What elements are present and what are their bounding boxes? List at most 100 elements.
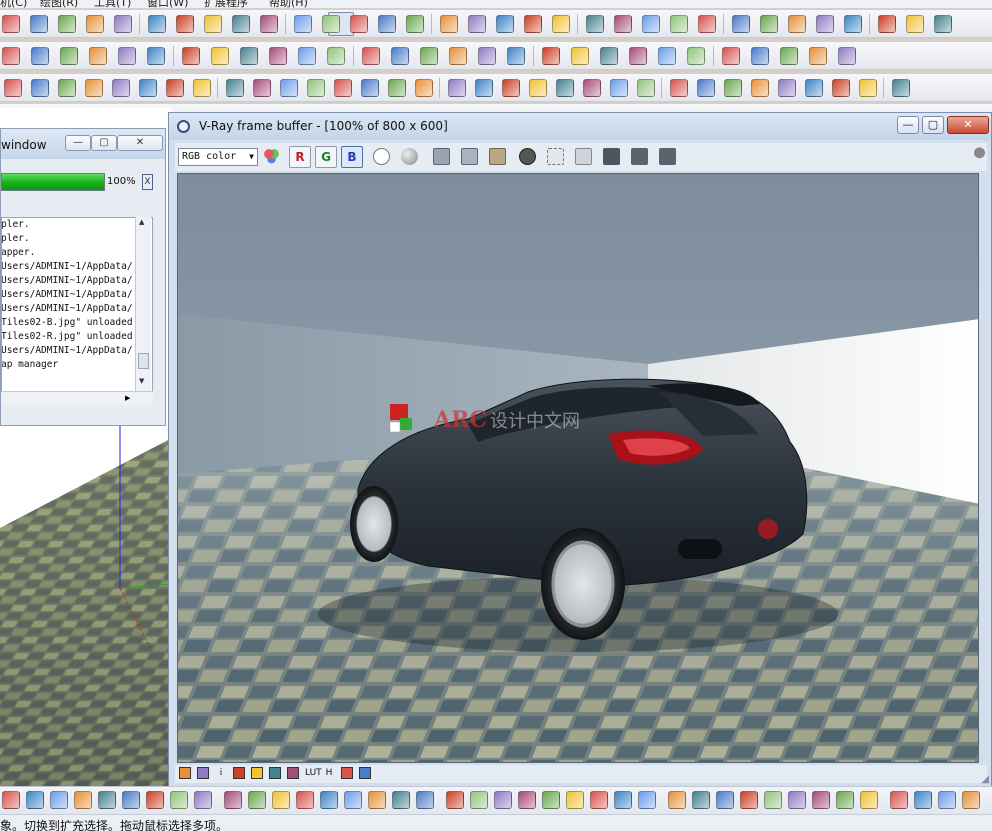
bottom-tool-icon[interactable] [194,791,212,809]
paint-bucket-icon[interactable] [670,15,688,33]
wire-box-icon[interactable] [583,79,601,97]
blue-channel-button[interactable]: B [341,146,363,168]
bottom-tool-icon[interactable] [494,791,512,809]
box-outline-icon[interactable] [805,79,823,97]
bottom-tool-icon[interactable] [566,791,584,809]
plant-icon[interactable] [269,47,287,65]
arrows-icon[interactable] [658,47,676,65]
resize-grip-icon[interactable]: ◢ [981,774,989,785]
bottom-tool-icon[interactable] [446,791,464,809]
scroll-down-icon[interactable]: ▼ [139,377,144,385]
image-icon[interactable] [361,79,379,97]
channel-select[interactable]: RGB color ▼ [178,148,258,166]
history-icon[interactable] [197,767,209,779]
scroll-thumb[interactable] [138,353,149,369]
tent-icon[interactable] [859,79,877,97]
bottom-tool-icon[interactable] [764,791,782,809]
eraser-icon[interactable] [350,15,368,33]
redo-icon[interactable] [58,15,76,33]
shed-icon[interactable] [294,15,312,33]
arc-icon[interactable] [406,15,424,33]
terrain-icon[interactable] [724,79,742,97]
teapot-render-icon[interactable] [971,146,988,163]
bottom-tool-icon[interactable] [740,791,758,809]
warehouse-icon[interactable] [232,15,250,33]
export-icon[interactable] [906,15,924,33]
bottom-tool-icon[interactable] [542,791,560,809]
green-channel-button[interactable]: G [315,146,337,168]
link-to-settings-icon[interactable] [575,148,592,165]
vfb-maximize-button[interactable]: ▢ [922,116,944,134]
book-icon[interactable] [816,15,834,33]
path-icon[interactable] [838,47,856,65]
log-vertical-scrollbar[interactable]: ▲ ▼ [135,217,151,393]
component-icon[interactable] [148,15,166,33]
bottom-tool-icon[interactable] [392,791,410,809]
bottom-tool-icon[interactable] [938,791,956,809]
render-button-icon[interactable] [659,148,676,165]
extension-icon[interactable] [934,15,952,33]
levels-icon[interactable] [233,767,245,779]
tape-icon[interactable] [614,15,632,33]
mono-circle-icon[interactable] [401,148,418,165]
person-icon[interactable] [670,79,688,97]
bottom-tool-icon[interactable] [368,791,386,809]
axis-icon[interactable] [629,47,647,65]
flag-icon[interactable] [542,47,560,65]
rendered-image[interactable]: ARC 设计中文网 [177,173,979,763]
bottom-tool-icon[interactable] [470,791,488,809]
menu-camera[interactable]: 机(C) [0,0,27,8]
window-grid-icon[interactable] [166,79,184,97]
menu-draw[interactable]: 绘图(R) [40,0,78,8]
bottom-tool-icon[interactable] [146,791,164,809]
bottom-tool-icon[interactable] [836,791,854,809]
bottom-tool-icon[interactable] [344,791,362,809]
stamp-icon[interactable] [502,79,520,97]
bag-icon[interactable] [751,79,769,97]
progress-minimize-button[interactable]: — [65,135,91,151]
material-icon[interactable] [2,47,20,65]
rotate-icon[interactable] [496,15,514,33]
track-mouse-icon[interactable] [547,148,564,165]
bottom-tool-icon[interactable] [668,791,686,809]
bottom-tool-icon[interactable] [2,791,20,809]
frame-icon[interactable] [362,47,380,65]
spot-icon[interactable] [600,47,618,65]
help-icon[interactable] [147,47,165,65]
bottom-tool-icon[interactable] [170,791,188,809]
bottom-tool-icon[interactable] [962,791,980,809]
gem-icon[interactable] [211,47,229,65]
draw-icon[interactable] [253,79,271,97]
zoom-extents-icon[interactable] [788,15,806,33]
bottom-tool-icon[interactable] [224,791,242,809]
bottom-tool-icon[interactable] [416,791,434,809]
lens-icon[interactable] [556,79,574,97]
box3d-icon[interactable] [85,79,103,97]
push-pull-icon[interactable] [468,15,486,33]
render-br-icon[interactable] [118,47,136,65]
zoom-icon[interactable] [760,15,778,33]
vfb-minimize-button[interactable]: — [897,116,919,134]
rotate-arrow-icon[interactable] [780,47,798,65]
menu-extensions[interactable]: 扩展程序 [204,0,248,8]
cube-icon[interactable] [388,79,406,97]
return-icon[interactable] [809,47,827,65]
lock-icon[interactable] [226,79,244,97]
menu-window[interactable]: 窗口(W) [147,0,188,8]
rectangle-icon[interactable] [440,15,458,33]
bottom-tool-icon[interactable] [26,791,44,809]
flip-icon[interactable] [722,47,740,65]
sun-icon[interactable] [240,47,258,65]
light-icon[interactable] [31,47,49,65]
bottom-tool-icon[interactable] [890,791,908,809]
refresh-icon[interactable] [552,15,570,33]
car-icon[interactable] [844,15,862,33]
info-icon[interactable]: i [215,767,227,779]
hdr-icon[interactable]: H [323,767,335,779]
bottom-tool-icon[interactable] [518,791,536,809]
film-icon[interactable] [529,79,547,97]
move-icon[interactable] [524,15,542,33]
lamp-icon[interactable] [507,47,525,65]
color-corrections-icon[interactable] [251,767,263,779]
shield-icon[interactable] [280,79,298,97]
